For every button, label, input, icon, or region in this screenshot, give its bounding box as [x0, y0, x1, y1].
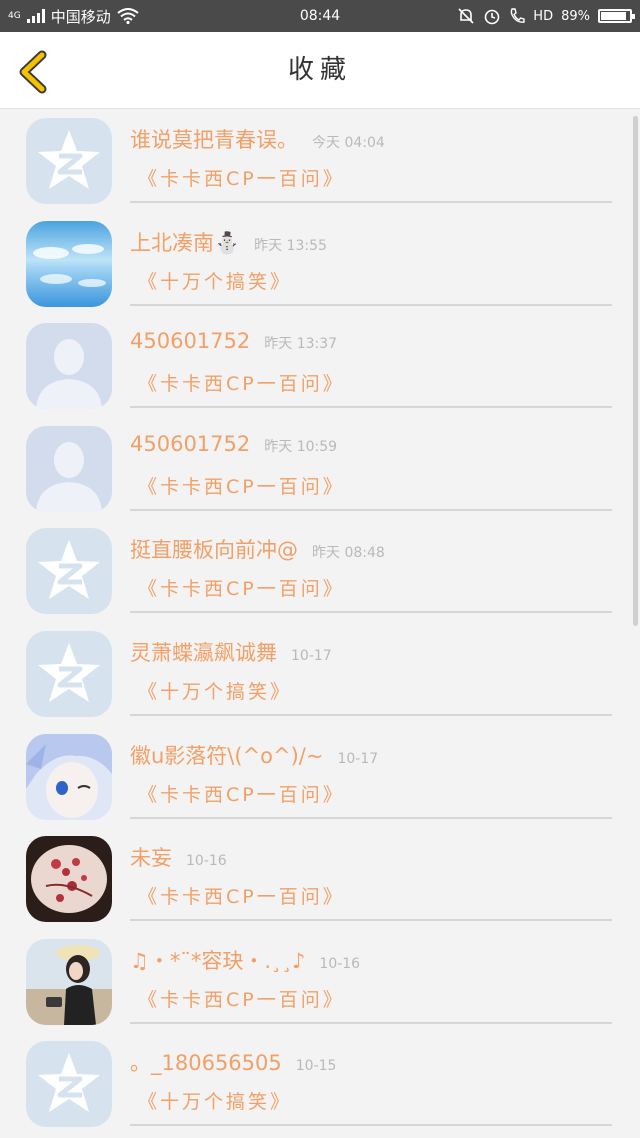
avatar[interactable] — [26, 425, 112, 512]
user-name[interactable]: 灵萧蝶瀛飙诚舞 — [130, 637, 277, 667]
anime-boy-avatar — [26, 733, 112, 820]
item-source: 《十万个搞笑》 — [138, 270, 293, 293]
list-item[interactable]: 450601752 昨天 13:37 《卡卡西CP一百问》 — [0, 315, 640, 418]
favorites-list: 谁说莫把青春误。 今天 04:04 《卡卡西CP一百问》 上北凑南⛄ 昨天 13:55 《… — [0, 110, 640, 1136]
avatar[interactable] — [26, 733, 112, 820]
avatar[interactable] — [26, 630, 112, 717]
list-item[interactable]: 灵萧蝶瀛飙诚舞 10-17 《十万个搞笑》 — [0, 623, 640, 726]
item-header: 上北凑南⛄ 昨天 13:55 — [130, 227, 327, 257]
item-source: 《十万个搞笑》 — [138, 1091, 293, 1114]
item-time: 10-15 — [295, 1058, 337, 1075]
item-time: 10-16 — [319, 955, 361, 972]
qzone-star-icon — [26, 528, 112, 615]
user-name[interactable]: 上北凑南⛄ — [130, 227, 240, 257]
item-source: 《卡卡西CP一百问》 — [138, 475, 345, 498]
item-header: 挺直腰板向前冲@ 昨天 08:48 — [130, 534, 385, 564]
item-header: ♫・*¨*容玦・.¸¸♪ 10-16 — [130, 945, 360, 975]
list-item[interactable]: 未妄 10-16 《卡卡西CP一百问》 — [0, 828, 640, 931]
avatar[interactable] — [26, 118, 112, 204]
list-item[interactable]: 450601752 昨天 10:59 《卡卡西CP一百问》 — [0, 418, 640, 521]
item-time: 10-17 — [337, 750, 379, 767]
item-time: 10-17 — [291, 647, 332, 664]
avatar[interactable] — [26, 323, 112, 410]
list-item[interactable]: 挺直腰板向前冲@ 昨天 08:48 《卡卡西CP一百问》 — [0, 520, 640, 623]
item-header: 谁说莫把青春误。 今天 04:04 — [130, 124, 385, 154]
hd-label: HD — [533, 8, 554, 24]
user-name[interactable]: 谁说莫把青春误。 — [130, 124, 298, 154]
item-source: 《卡卡西CP一百问》 — [138, 988, 345, 1011]
avatar[interactable] — [26, 220, 112, 307]
item-time: 昨天 13:55 — [254, 237, 327, 254]
avatar[interactable] — [26, 938, 112, 1025]
user-name[interactable]: 450601752 — [130, 329, 250, 353]
list-item[interactable]: 上北凑南⛄ 昨天 13:55 《十万个搞笑》 — [0, 213, 640, 316]
default-person-icon — [26, 425, 112, 512]
item-header: 灵萧蝶瀛飙诚舞 10-17 — [130, 637, 332, 667]
item-source: 《卡卡西CP一百问》 — [138, 578, 345, 601]
qzone-star-icon — [26, 1041, 112, 1128]
item-time: 昨天 13:37 — [264, 336, 338, 353]
item-source: 《卡卡西CP一百问》 — [138, 373, 345, 396]
item-time: 今天 04:04 — [312, 135, 385, 151]
alarm-icon — [484, 9, 500, 25]
flower-avatar — [26, 836, 112, 923]
girl-avatar — [26, 938, 112, 1025]
list-item[interactable]: 谁说莫把青春误。 今天 04:04 《卡卡西CP一百问》 — [0, 110, 640, 213]
divider — [130, 816, 612, 819]
divider — [130, 713, 612, 716]
list-item[interactable]: 。_180656505 10-15 《十万个搞笑》 — [0, 1033, 640, 1136]
divider — [130, 1021, 612, 1024]
user-name[interactable]: 未妄 — [130, 842, 172, 872]
user-name[interactable]: 挺直腰板向前冲@ — [130, 534, 298, 564]
user-name[interactable]: 徽u影落符\(^o^)/~ — [130, 740, 323, 770]
user-name[interactable]: 。_180656505 — [130, 1047, 282, 1077]
status-right: HD 89% — [457, 0, 635, 32]
qzone-star-icon — [26, 630, 112, 717]
sky-photo-avatar — [26, 220, 112, 307]
qzone-star-icon — [26, 118, 112, 204]
item-header: 450601752 昨天 10:59 — [130, 432, 337, 462]
battery-icon — [598, 9, 635, 23]
scrollbar[interactable] — [633, 116, 638, 626]
phone-icon — [510, 8, 525, 23]
page-title: 收藏 — [287, 55, 352, 85]
divider — [130, 508, 612, 511]
item-source: 《十万个搞笑》 — [138, 680, 293, 703]
item-time: 昨天 10:59 — [264, 438, 338, 455]
divider — [130, 406, 612, 409]
item-header: 未妄 10-16 — [130, 842, 227, 872]
item-time: 昨天 08:48 — [312, 545, 385, 562]
avatar[interactable] — [26, 528, 112, 615]
item-time: 10-16 — [186, 853, 227, 870]
divider — [130, 611, 612, 614]
list-item[interactable]: ♫・*¨*容玦・.¸¸♪ 10-16 《卡卡西CP一百问》 — [0, 931, 640, 1034]
battery-percent: 89% — [561, 8, 590, 24]
item-header: 徽u影落符\(^o^)/~ 10-17 — [130, 740, 378, 770]
divider — [130, 919, 612, 922]
item-header: 。_180656505 10-15 — [130, 1047, 336, 1077]
app-header: 收藏 — [0, 32, 640, 109]
avatar[interactable] — [26, 1041, 112, 1128]
mute-bell-icon — [458, 8, 474, 24]
user-name[interactable]: 450601752 — [130, 432, 250, 456]
status-bar: 4G 中国移动 08:44 HD 89% — [0, 0, 640, 32]
item-source: 《卡卡西CP一百问》 — [138, 168, 345, 190]
item-source: 《卡卡西CP一百问》 — [138, 886, 345, 909]
item-source: 《卡卡西CP一百问》 — [138, 783, 345, 806]
item-header: 450601752 昨天 13:37 — [130, 329, 337, 359]
divider — [130, 201, 612, 203]
user-name[interactable]: ♫・*¨*容玦・.¸¸♪ — [130, 945, 305, 975]
divider — [130, 1124, 612, 1127]
list-item[interactable]: 徽u影落符\(^o^)/~ 10-17 《卡卡西CP一百问》 — [0, 726, 640, 829]
avatar[interactable] — [26, 836, 112, 923]
divider — [130, 303, 612, 306]
default-person-icon — [26, 323, 112, 410]
